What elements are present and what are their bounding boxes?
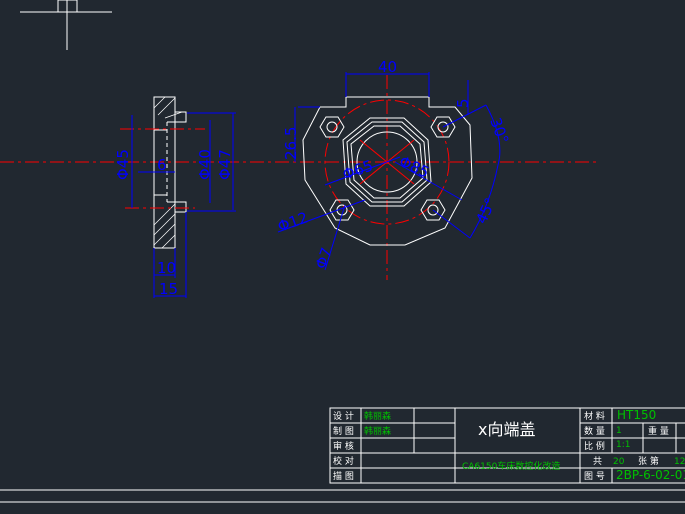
bolt-hole [329,199,355,221]
label-total: 共 [593,456,602,467]
bolt-hole [319,116,345,138]
label-drawing-number: 图 号 [584,471,605,482]
label-material: 材 料 [584,410,605,422]
label-sheet: 张 第 [638,455,659,467]
dim-26-5: 26.5 [282,127,300,160]
designer: 韩丽森 [364,410,391,422]
dim-phi-45: Φ45 [114,149,132,180]
dim-angle-30: 30° [486,115,512,146]
title-block: 设 计 韩丽森 制 图 韩丽森 审 核 校 对 描 图 x向端盖 CA6150车… [329,407,685,484]
part-name: x向端盖 [478,420,535,439]
drafter: 韩丽森 [364,425,391,437]
sheet-number: 12 [674,457,685,467]
label-reviewer: 审 核 [333,440,354,452]
label-designer: 设 计 [333,410,354,422]
cad-drawing: 40 26.5 5 30° 45° Φ65 Φ85 Φ12 Φ7 Φ45 Φ40… [0,0,685,503]
scale: 1:1 [616,440,630,450]
drawing-number: 2BP-6-02-012 [616,468,685,482]
material: HT150 [617,408,656,422]
label-drafter: 制 图 [333,425,354,437]
dim-40: 40 [378,58,397,76]
partial-view-fragment [20,0,112,50]
dim-5: 5 [454,98,472,108]
dim-10: 10 [157,259,176,277]
total-sheets: 20 [613,457,625,467]
label-tracer: 描 图 [333,470,354,482]
dim-15: 15 [159,280,178,298]
dim-phi-7: Φ7 [312,245,336,271]
dim-phi-65: Φ65 [340,156,375,183]
front-view-dimensions: 40 26.5 5 30° 45° Φ65 Φ85 Φ12 Φ7 [275,58,512,271]
label-scale: 比 例 [584,440,605,452]
dim-phi-12: Φ12 [275,208,310,235]
label-quantity: 数 量 [584,425,605,437]
label-checker: 校 对 [333,455,354,467]
dim-phi-47: Φ47 [216,149,234,180]
label-weight: 重 量 [648,425,669,437]
dim-6: 6 [157,156,167,174]
dim-angle-45: 45° [472,195,500,227]
quantity: 1 [616,426,622,436]
dim-phi-40: Φ40 [196,149,214,180]
project-name: CA6150车床数控化改造 [462,460,560,472]
